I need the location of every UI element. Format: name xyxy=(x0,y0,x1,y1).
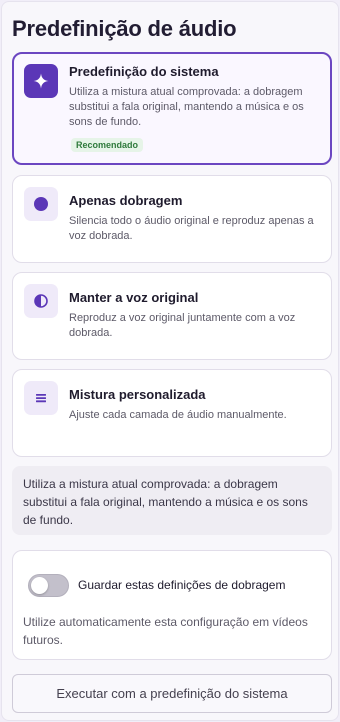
half-circle-icon xyxy=(24,284,58,318)
preset-option-dub-only[interactable]: Apenas dobragem Silencia todo o áudio or… xyxy=(12,175,332,263)
preset-option-system[interactable]: Predefinição do sistema Utiliza a mistur… xyxy=(12,52,332,165)
option-title: Apenas dobragem xyxy=(69,193,183,208)
option-title: Manter a voz original xyxy=(69,290,199,305)
save-settings-section: Guardar estas definições de dobragem Uti… xyxy=(12,550,332,660)
option-description: Silencia todo o áudio original e reprodu… xyxy=(69,215,314,242)
recommended-badge: Recomendado xyxy=(71,138,144,152)
option-description: Reproduz a voz original juntamente com a… xyxy=(69,312,296,339)
sparkle-icon xyxy=(24,64,58,98)
option-title: Predefinição do sistema xyxy=(69,64,219,79)
toggle-knob xyxy=(31,577,48,594)
audio-preset-panel: Predefinição de áudio Predefinição do si… xyxy=(1,1,339,721)
option-description: Utiliza a mistura atual comprovada: a do… xyxy=(69,86,304,128)
run-preset-button[interactable]: Executar com a predefinição do sistema xyxy=(12,674,332,713)
option-title: Mistura personalizada xyxy=(69,387,206,402)
dot-icon xyxy=(24,187,58,221)
save-settings-toggle[interactable] xyxy=(28,574,69,597)
option-description: Ajuste cada camada de áudio manualmente. xyxy=(69,409,287,421)
save-settings-description: Utilize automaticamente esta configuraçã… xyxy=(23,615,308,647)
save-settings-label: Guardar estas definições de dobragem xyxy=(78,578,286,592)
panel-title: Predefinição de áudio xyxy=(12,16,237,41)
preset-summary: Utiliza a mistura atual comprovada: a do… xyxy=(12,466,332,535)
preset-option-keep-original[interactable]: Manter a voz original Reproduz a voz ori… xyxy=(12,272,332,360)
preset-option-custom-mix[interactable]: Mistura personalizada Ajuste cada camada… xyxy=(12,369,332,457)
menu-lines-icon xyxy=(24,381,58,415)
